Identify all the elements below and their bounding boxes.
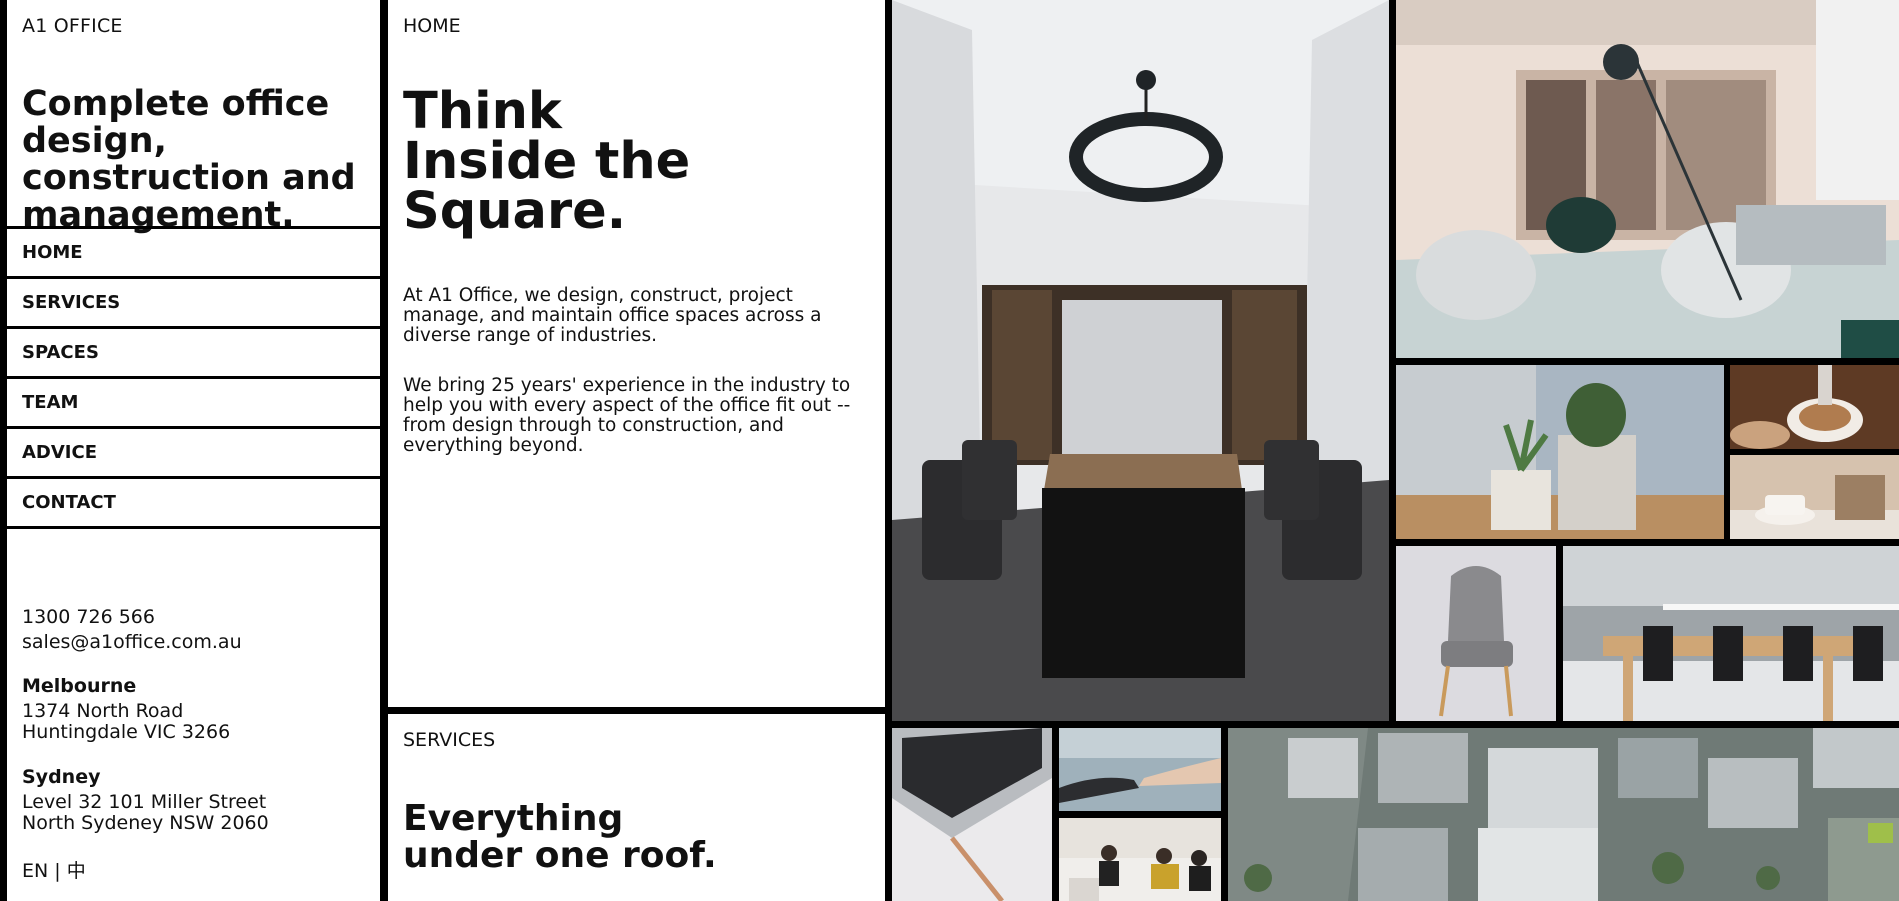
section-label-services: SERVICES [403, 729, 496, 751]
chair-photo[interactable] [1396, 546, 1556, 721]
nav-item-contact[interactable]: CONTACT [7, 479, 380, 529]
hero-heading-line: Think [403, 82, 562, 141]
tagline: Complete office design, construction and… [22, 84, 356, 235]
sidebar: A1 OFFICE Complete office design, constr… [7, 0, 380, 901]
meeting-photo[interactable] [1059, 818, 1221, 901]
hero-heading: Think Inside the Square. [403, 82, 863, 241]
office-address-line: North Sydeney NSW 2060 [22, 812, 269, 834]
services-heading-line: under one roof. [403, 835, 717, 876]
hero-heading-line: Inside the [403, 132, 691, 191]
coffee-pour-photo[interactable] [1730, 365, 1899, 449]
nav-item-advice[interactable]: ADVICE [7, 429, 380, 479]
plant-photo[interactable] [1396, 365, 1724, 539]
lang-zh[interactable]: 中 [67, 860, 86, 882]
handshake-photo[interactable] [1059, 728, 1221, 811]
office-address-line: 1374 North Road [22, 700, 184, 722]
office-city: Melbourne [22, 675, 137, 697]
services-heading-line: Everything [403, 798, 624, 839]
brand-name[interactable]: A1 OFFICE [22, 15, 123, 37]
main-nav: HOME SERVICES SPACES TEAM ADVICE CONTACT [7, 226, 380, 529]
open-office-photo[interactable] [1563, 546, 1899, 721]
services-section: SERVICES Everything under one roof. [388, 714, 885, 901]
office-sydney: Sydney Level 32 101 Miller Street North … [22, 767, 269, 834]
aerial-city-photo[interactable] [1228, 728, 1899, 901]
lounge-photo[interactable] [1396, 0, 1899, 358]
office-city: Sydney [22, 766, 101, 788]
email-link[interactable]: sales@a1office.com.au [22, 632, 242, 653]
hero-heading-line: Square. [403, 182, 627, 241]
lang-separator: | [54, 860, 61, 882]
home-section: HOME Think Inside the Square. At A1 Offi… [388, 0, 885, 707]
services-heading: Everything under one roof. [403, 800, 863, 874]
phone-link[interactable]: 1300 726 566 [22, 607, 242, 628]
office-address-line: Level 32 101 Miller Street [22, 791, 267, 813]
coffee-cup-photo[interactable] [1730, 455, 1899, 539]
nav-item-spaces[interactable]: SPACES [7, 329, 380, 379]
nav-item-home[interactable]: HOME [7, 229, 380, 279]
intro-paragraph: At A1 Office, we design, construct, proj… [403, 285, 822, 346]
office-address-line: Huntingdale VIC 3266 [22, 721, 231, 743]
section-label-home: HOME [403, 15, 461, 37]
experience-paragraph: We bring 25 years' experience in the ind… [403, 375, 851, 456]
nav-item-services[interactable]: SERVICES [7, 279, 380, 329]
lang-en[interactable]: EN [22, 860, 48, 882]
office-melbourne: Melbourne 1374 North Road Huntingdale VI… [22, 676, 230, 743]
contact-details: 1300 726 566 sales@a1office.com.au [22, 607, 242, 653]
boardroom-photo[interactable] [892, 0, 1389, 721]
language-switcher: EN | 中 [22, 856, 86, 883]
laptop-photo[interactable] [892, 728, 1052, 901]
nav-item-team[interactable]: TEAM [7, 379, 380, 429]
